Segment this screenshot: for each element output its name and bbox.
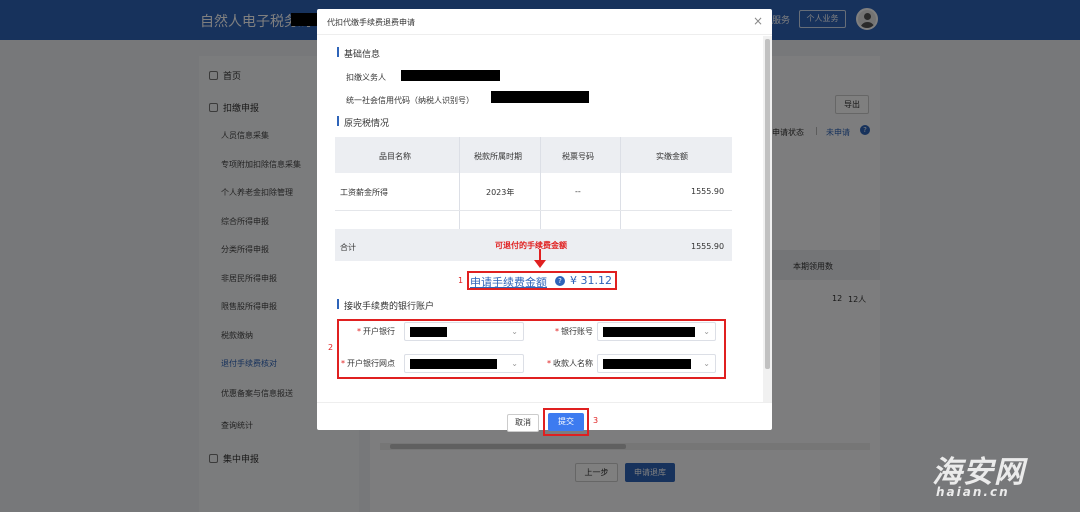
chevron-down-icon: ⌄	[703, 359, 710, 368]
dialog-title: 代扣代缴手续费退费申请	[327, 18, 415, 27]
redacted-value	[410, 359, 497, 369]
refund-annotation: 可退付的手续费金额	[495, 241, 567, 250]
table-cell: 1555.90	[691, 187, 725, 196]
annotation-marker-3: 3	[593, 416, 599, 425]
credit-code-label: 统一社会信用代码（纳税人识别号）	[346, 96, 474, 105]
table-cell: 工资薪金所得	[340, 188, 388, 197]
watermark: 海安网 haian.cn	[926, 447, 1066, 507]
scrollbar-thumb[interactable]	[765, 39, 770, 369]
section-basic-info: 基础信息	[337, 47, 380, 60]
help-icon[interactable]: ?	[555, 276, 565, 286]
dialog-body: 基础信息 扣缴义务人 统一社会信用代码（纳税人识别号） 原完税情况 品目名称 税…	[317, 36, 772, 402]
payee-select[interactable]: ⌄	[597, 354, 716, 373]
table-cell: --	[575, 187, 581, 196]
section-tax-status: 原完税情况	[337, 116, 389, 129]
annotation-marker-1: 1	[458, 276, 464, 285]
close-icon[interactable]: ×	[753, 14, 763, 28]
chevron-down-icon: ⌄	[511, 327, 518, 336]
redacted-credit-code	[491, 91, 589, 103]
total-label: 合计	[340, 243, 356, 252]
refund-application-dialog: 代扣代缴手续费退费申请 × 基础信息 扣缴义务人 统一社会信用代码（纳税人识别号…	[317, 9, 772, 430]
chevron-down-icon: ⌄	[511, 359, 518, 368]
account-no-field-label: * 银行账号	[555, 327, 593, 336]
payee-field-label: * 收款人名称	[547, 359, 593, 368]
bank-field-label: * 开户银行	[357, 327, 395, 336]
total-amount: 1555.90	[691, 242, 725, 251]
column-header: 税票号码	[562, 152, 594, 161]
section-bank-account: 接收手续费的银行账户	[337, 299, 434, 312]
annotation-marker-2: 2	[328, 343, 334, 352]
fee-amount-label[interactable]: 申请手续费金额	[470, 274, 547, 290]
redacted-value	[603, 327, 695, 337]
watermark-url: haian.cn	[936, 485, 1010, 499]
column-header: 税款所属时期	[474, 152, 522, 161]
chevron-down-icon: ⌄	[703, 327, 710, 336]
arrow-head-icon	[534, 260, 546, 268]
branch-field-label: * 开户银行网点	[341, 359, 395, 368]
submit-button[interactable]: 提交	[548, 413, 584, 431]
column-header: 实缴金额	[656, 152, 688, 161]
dialog-header: 代扣代缴手续费退费申请 ×	[317, 9, 772, 35]
table-row	[335, 173, 732, 211]
account-no-select[interactable]: ⌄	[597, 322, 716, 341]
cancel-button[interactable]: 取消	[507, 414, 539, 432]
redacted-withholding-agent	[401, 70, 500, 81]
redacted-value	[410, 327, 447, 337]
withholding-agent-label: 扣缴义务人	[346, 73, 386, 82]
fee-amount-value: ¥ 31.12	[570, 274, 612, 287]
table-cell: 2023年	[486, 188, 515, 197]
redacted-value	[603, 359, 691, 369]
branch-select[interactable]: ⌄	[404, 354, 524, 373]
bank-select[interactable]: ⌄	[404, 322, 524, 341]
column-header: 品目名称	[379, 152, 411, 161]
